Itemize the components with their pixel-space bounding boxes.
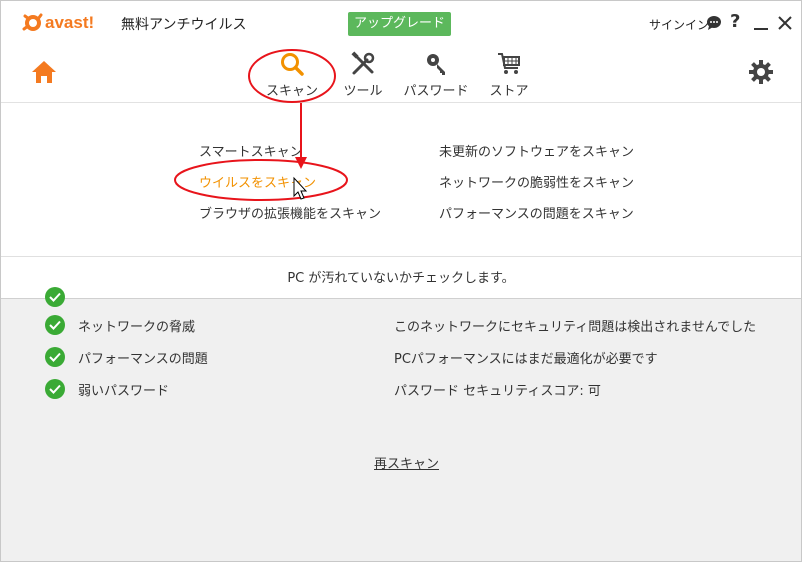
check-icon [45, 287, 65, 307]
menu-performance-scan[interactable]: パフォーマンスの問題をスキャン [439, 203, 634, 222]
result-status-password: パスワード セキュリティスコア: 可 [394, 384, 601, 399]
menu-virus-scan[interactable]: ウイルスをスキャン [199, 172, 316, 191]
nav-store[interactable]: ストア [485, 51, 533, 99]
check-icon [45, 379, 65, 399]
result-status-performance: PCパフォーマンスにはまだ最適化が必要です [394, 352, 658, 367]
close-icon[interactable] [777, 15, 793, 31]
avast-window: avast! 無料アンチウイルス アップグレード サインイン ? スキャン ツー… [0, 0, 802, 562]
menu-smart-scan[interactable]: スマートスキャン [199, 141, 303, 160]
avast-logo: avast! [22, 13, 94, 32]
cart-icon [498, 53, 520, 74]
menu-browser-extension-scan[interactable]: ブラウザの拡張機能をスキャン [199, 203, 381, 222]
title-bar: avast! 無料アンチウイルス アップグレード サインイン ? [1, 1, 801, 45]
menu-outdated-software-scan[interactable]: 未更新のソフトウェアをスキャン [439, 141, 634, 160]
nav-tools-label: ツール [343, 84, 383, 99]
nav-password[interactable]: パスワード [402, 51, 470, 99]
rescan-link[interactable]: 再スキャン [374, 453, 439, 472]
result-label-performance: パフォーマンスの問題 [78, 352, 208, 367]
app-title: 無料アンチウイルス [121, 17, 247, 33]
nav-tools[interactable]: ツール [339, 51, 387, 99]
signin-link[interactable]: サインイン [649, 16, 709, 33]
result-status-network: このネットワークにセキュリティ問題は検出されませんでした [394, 320, 757, 335]
key-icon [427, 54, 445, 75]
main-nav: スキャン ツール パスワード ストア [1, 45, 801, 103]
help-icon[interactable]: ? [730, 11, 740, 32]
dropdown-divider [1, 256, 801, 257]
nav-store-label: ストア [489, 84, 529, 99]
tools-icon [351, 51, 375, 75]
check-icon [45, 347, 65, 367]
result-label-password: 弱いパスワード [78, 384, 170, 399]
gear-icon[interactable] [748, 59, 774, 85]
chat-icon[interactable] [706, 15, 722, 31]
result-label-network: ネットワークの脅威 [78, 320, 196, 335]
home-icon[interactable] [31, 59, 57, 85]
menu-network-scan[interactable]: ネットワークの脆弱性をスキャン [439, 172, 634, 191]
nav-password-label: パスワード [403, 84, 469, 99]
scan-dropdown: スマートスキャン ウイルスをスキャン ブラウザの拡張機能をスキャン 未更新のソフ… [1, 103, 801, 298]
check-icon [45, 315, 65, 335]
scan-results: ネットワークの脅威 このネットワークにセキュリティ問題は検出されませんでした パ… [1, 287, 801, 561]
minimize-icon[interactable] [754, 28, 768, 30]
menu-description: PC が汚れていないかチェックします。 [287, 271, 515, 286]
svg-text:avast!: avast! [45, 13, 94, 32]
nav-scan[interactable]: スキャン [266, 51, 318, 99]
upgrade-button[interactable]: アップグレード [348, 12, 451, 36]
search-icon [281, 53, 304, 76]
nav-scan-label: スキャン [266, 84, 319, 99]
